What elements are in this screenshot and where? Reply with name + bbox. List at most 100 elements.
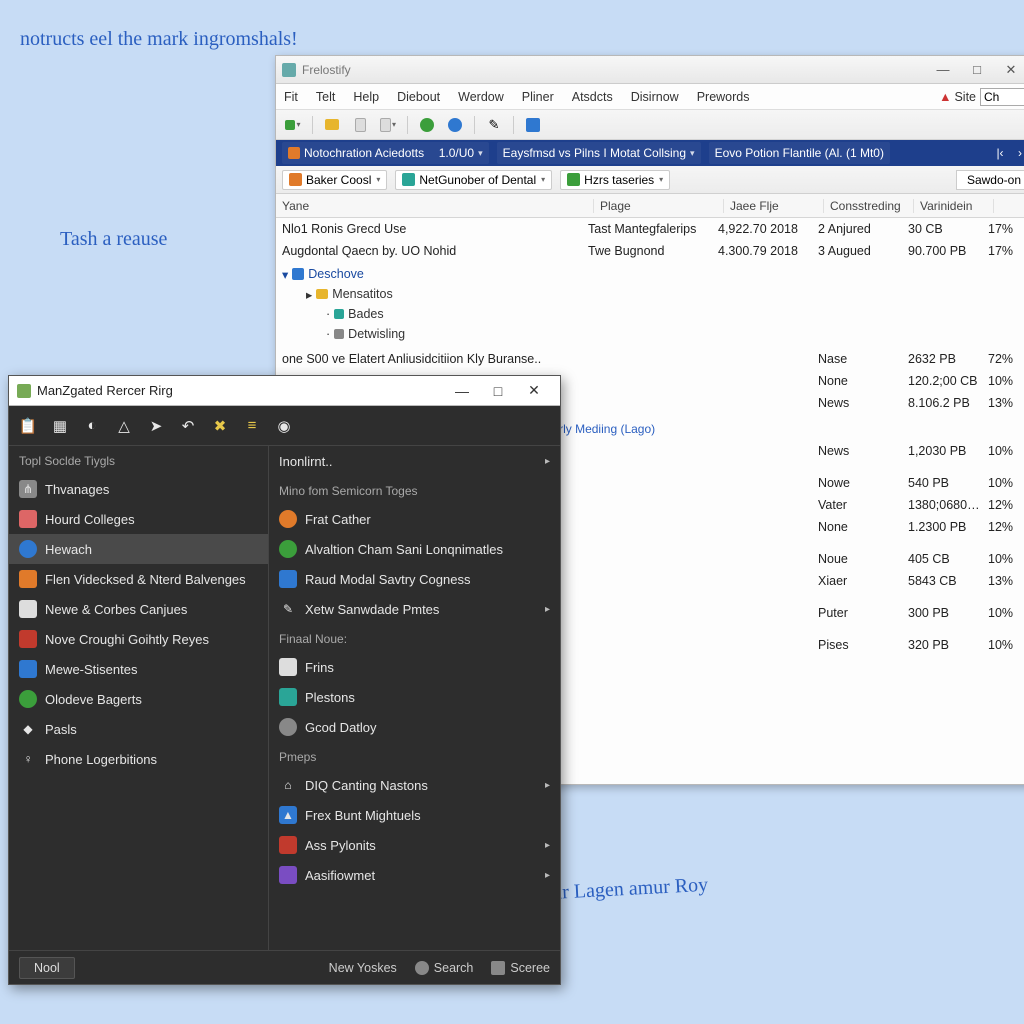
dark-right-pane: Inonlirnt..▸ Mino fom Semicorn Toges Fra… — [269, 446, 560, 950]
clipboard-icon[interactable]: 📋 — [17, 415, 39, 437]
cube-icon — [279, 688, 297, 706]
menu-fit[interactable]: Fit — [284, 90, 298, 104]
menu-diebout[interactable]: Diebout — [397, 90, 440, 104]
site-label: ▲Site — [939, 90, 976, 104]
bluebar-next-icon[interactable]: › — [1012, 146, 1024, 160]
align-icon[interactable]: ≡ — [241, 415, 263, 437]
tab-icon — [288, 147, 300, 159]
tb-wand-icon[interactable]: ✎ — [483, 114, 505, 136]
dark-titlebar[interactable]: ManZgated Rercer Rirg — □ ✕ — [9, 376, 560, 406]
col-vis[interactable]: Varinidein — [914, 199, 994, 213]
tb-folder-icon[interactable] — [321, 114, 343, 136]
right-item-gcod[interactable]: Gcod Datloy — [269, 712, 560, 742]
right-item-raud[interactable]: Raud Modal Savtry Cogness — [269, 564, 560, 594]
table-row[interactable]: Augdontal Qaecn by. UO Nohid Twe Bugnond… — [276, 240, 1024, 262]
undo-icon[interactable]: ↶ — [177, 415, 199, 437]
menu-telt[interactable]: Telt — [316, 90, 335, 104]
folder-icon — [316, 289, 328, 299]
footer-nool-button[interactable]: Nool — [19, 957, 75, 979]
warning-icon[interactable]: △ — [113, 415, 135, 437]
right-item-frex[interactable]: ▲Frex Bunt Mightuels — [269, 800, 560, 830]
tb-back-icon[interactable] — [444, 114, 466, 136]
tb-page2-icon[interactable]: ▾ — [377, 114, 399, 136]
menu-help[interactable]: Help — [353, 90, 379, 104]
bluebar-prev-icon[interactable]: |‹ — [992, 146, 1008, 160]
pen-icon: ✎ — [279, 600, 297, 618]
site-search-input[interactable] — [980, 88, 1024, 106]
left-item-mewe[interactable]: Mewe-Stisentes — [9, 654, 268, 684]
arrow-icon[interactable]: ➤ — [145, 415, 167, 437]
main-titlebar[interactable]: Frelostify — □ ✕ — [276, 56, 1024, 84]
left-item-phone[interactable]: ♀Phone Logerbitions — [9, 744, 268, 774]
left-item-olodeve[interactable]: Olodeve Bagerts — [9, 684, 268, 714]
circle-icon — [279, 718, 297, 736]
right-item-frat[interactable]: Frat Cather — [269, 504, 560, 534]
dark-minimize-button[interactable]: — — [444, 380, 480, 402]
left-item-flen[interactable]: Flen Videcksed & Nterd Balvenges — [9, 564, 268, 594]
filter-icon — [567, 173, 580, 186]
menu-prewords[interactable]: Prewords — [697, 90, 750, 104]
col-page[interactable]: Plage — [594, 199, 724, 213]
dark-close-button[interactable]: ✕ — [516, 380, 552, 402]
table-row[interactable]: Nlo1 Ronis Grecd Use Tast Mantegfalerips… — [276, 218, 1024, 240]
tree: ▾ Deschove ▸ Mensatitos · Bades · Detwis… — [276, 262, 1024, 348]
grid-icon[interactable]: ▦ — [49, 415, 71, 437]
menu-werdow[interactable]: Werdow — [458, 90, 504, 104]
dark-maximize-button[interactable]: □ — [480, 380, 516, 402]
tb-page1-icon[interactable] — [349, 114, 371, 136]
minimize-button[interactable]: — — [926, 60, 960, 80]
cross-icon[interactable]: ✖ — [209, 415, 231, 437]
maximize-button[interactable]: □ — [960, 60, 994, 80]
tree-child-1[interactable]: ▸ Mensatitos — [282, 284, 1024, 304]
footer-newyoskes[interactable]: New Yoskes — [329, 961, 397, 975]
bubble-icon[interactable]: ◉ — [273, 415, 295, 437]
close-button[interactable]: ✕ — [994, 60, 1024, 80]
filter-icon — [289, 173, 302, 186]
left-item-hewach[interactable]: Hewach — [9, 534, 268, 564]
tree-leaf-1[interactable]: · Bades — [282, 304, 1024, 324]
right-item-alvaltion[interactable]: Alvaltion Cham Sani Lonqnimatles — [269, 534, 560, 564]
stop-icon — [279, 836, 297, 854]
circle-icon[interactable]: ◐ — [81, 415, 103, 437]
col-cons[interactable]: Consstreding — [824, 199, 914, 213]
footer-search[interactable]: Search — [415, 961, 474, 975]
col-name[interactable]: Yane — [276, 199, 594, 213]
house-icon: ⌂ — [279, 776, 297, 794]
filter-2[interactable]: NetGunober of Dental▾ — [395, 170, 552, 190]
right-item-plestons[interactable]: Plestons — [269, 682, 560, 712]
bluebar-tab-1[interactable]: Notochration Aciedotts 1.0/U0 ▾ — [282, 142, 489, 164]
left-item-nove[interactable]: Nove Croughi Goihtly Reyes — [9, 624, 268, 654]
left-item-colleges[interactable]: Hourd Colleges — [9, 504, 268, 534]
globe-icon — [19, 540, 37, 558]
tree-leaf-2[interactable]: · Detwisling — [282, 324, 1024, 344]
bluebar-tab-2[interactable]: Eaysfmsd vs Pilns I Motat Collsing▾ — [497, 142, 701, 164]
tb-grid-icon[interactable]: ▾ — [282, 114, 304, 136]
left-item-thvanages[interactable]: ⋔Thvanages — [9, 474, 268, 504]
right-header-1: Mino fom Semicorn Toges — [269, 476, 560, 504]
main-title: Frelostify — [302, 63, 351, 77]
filter-1[interactable]: Baker Coosl▾ — [282, 170, 387, 190]
filter-right[interactable]: Sawdo-on — [956, 170, 1024, 190]
menu-atsdcts[interactable]: Atsdcts — [572, 90, 613, 104]
left-item-pasls[interactable]: ◆Pasls — [9, 714, 268, 744]
col-file[interactable]: Jaee Flje — [724, 199, 824, 213]
filter-3[interactable]: Hzrs taseries▾ — [560, 170, 670, 190]
tb-refresh-icon[interactable] — [416, 114, 438, 136]
left-item-newe[interactable]: Newe & Corbes Canjues — [9, 594, 268, 624]
coin-icon — [279, 510, 297, 528]
right-top-item[interactable]: Inonlirnt..▸ — [269, 446, 560, 476]
doc-icon — [279, 658, 297, 676]
menu-pliner[interactable]: Pliner — [522, 90, 554, 104]
tb-star-icon[interactable] — [522, 114, 544, 136]
table-row[interactable]: one S00 ve Elatert Anliusidcitiion Kly B… — [276, 348, 1024, 370]
footer-sceree[interactable]: Sceree — [491, 961, 550, 975]
right-item-frins[interactable]: Frins — [269, 652, 560, 682]
right-item-xetw[interactable]: ✎Xetw Sanwdade Pmtes▸ — [269, 594, 560, 624]
menu-disirnow[interactable]: Disirnow — [631, 90, 679, 104]
right-header-3: Pmeps — [269, 742, 560, 770]
right-item-ass[interactable]: Ass Pylonits▸ — [269, 830, 560, 860]
tree-root[interactable]: ▾ Deschove — [282, 264, 1024, 284]
right-item-diq[interactable]: ⌂DIQ Canting Nastons▸ — [269, 770, 560, 800]
bluebar-tab-3[interactable]: Eovo Potion Flantile (Al. (1 Mt0) — [709, 142, 890, 164]
right-item-aasif[interactable]: Aasifiowmet▸ — [269, 860, 560, 890]
